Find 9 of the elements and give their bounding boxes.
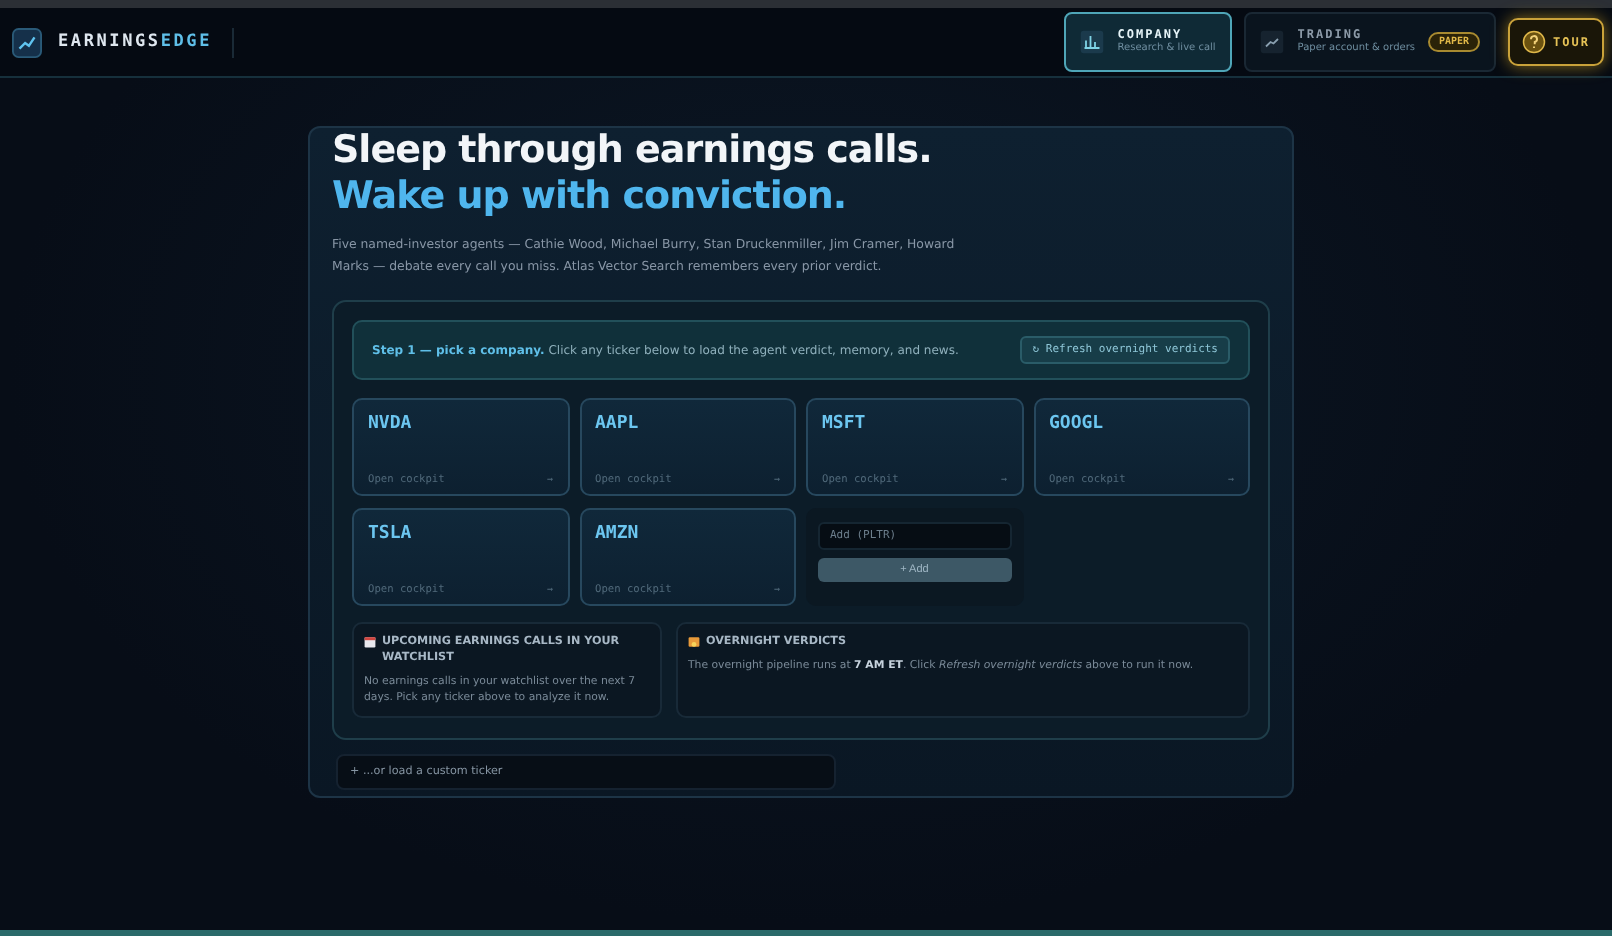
- headline: Sleep through earnings calls.: [332, 128, 934, 174]
- help-circle-icon: [1521, 30, 1546, 54]
- brand-name: EARNINGS EDGE: [58, 32, 213, 52]
- trend-icon: [1259, 30, 1284, 54]
- calendar-icon: [364, 636, 376, 648]
- sunrise-icon: [688, 636, 700, 648]
- headline-accent: Wake up with conviction.: [332, 174, 849, 220]
- bar-chart-icon: [1079, 30, 1104, 54]
- chart-logo-icon: [12, 27, 42, 57]
